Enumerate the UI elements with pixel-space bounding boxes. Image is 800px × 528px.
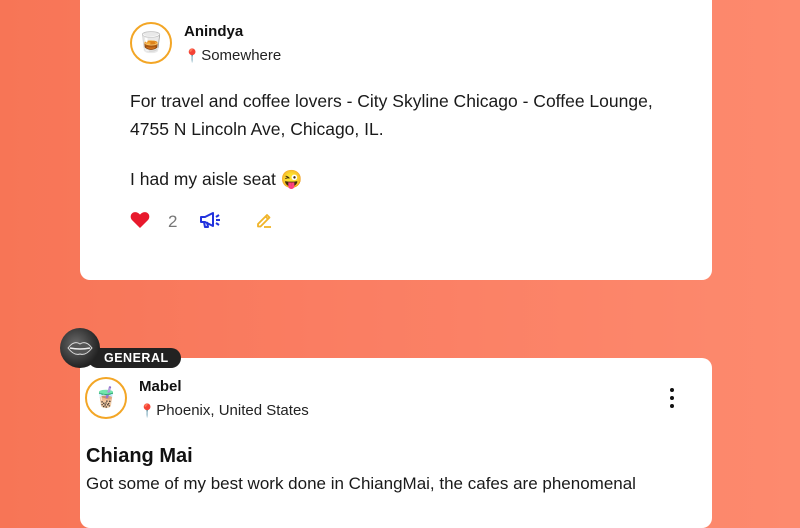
post-body-line: 4755 N Lincoln Ave, Chicago, IL. [130, 119, 384, 139]
post-card: 🧋 Mabel 📍Phoenix, United States Chiang M… [80, 358, 712, 528]
post-actions: 2 [130, 210, 273, 234]
post-body-line: For travel and coffee lovers - City Skyl… [130, 91, 653, 111]
post-body: Got some of my best work done in ChiangM… [86, 474, 636, 493]
location-pin-icon: 📍 [139, 403, 156, 418]
pencil-icon[interactable] [255, 211, 273, 234]
location-text: Somewhere [201, 47, 282, 64]
post-title: Chiang Mai [86, 445, 193, 467]
iced-drink-icon: 🥃 [138, 32, 164, 54]
post-body-line: I had my aisle seat 😜 [130, 169, 303, 189]
more-options-icon[interactable] [666, 388, 678, 408]
category-label: GENERAL [88, 348, 181, 368]
megaphone-icon[interactable] [199, 211, 221, 234]
lips-icon [60, 328, 100, 368]
avatar[interactable]: 🧋 [85, 377, 127, 419]
like-count: 2 [168, 212, 178, 231]
category-badge: GENERAL [60, 328, 190, 378]
location: 📍Phoenix, United States [139, 402, 309, 419]
username[interactable]: Mabel [139, 378, 182, 395]
heart-icon[interactable] [130, 211, 150, 233]
location-pin-icon: 📍 [184, 48, 201, 63]
post-body: For travel and coffee lovers - City Skyl… [130, 87, 690, 193]
location: 📍Somewhere [184, 47, 281, 64]
username[interactable]: Anindya [184, 23, 243, 40]
avatar[interactable]: 🥃 [130, 22, 172, 64]
location-text: Phoenix, United States [156, 402, 309, 419]
post-card: 🥃 Anindya 📍Somewhere For travel and coff… [80, 0, 712, 280]
cold-brew-icon: 🧋 [93, 387, 119, 409]
